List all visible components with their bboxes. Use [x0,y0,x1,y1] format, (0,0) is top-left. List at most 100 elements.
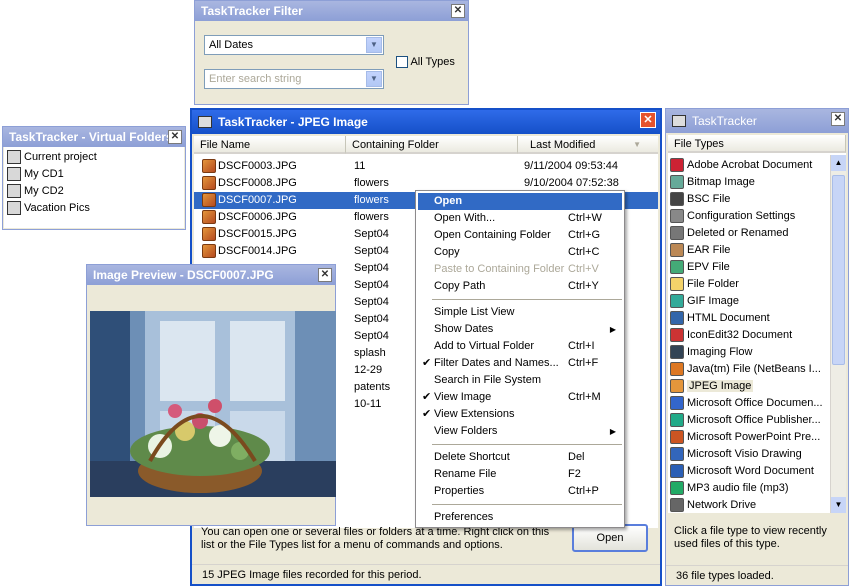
menu-item[interactable]: Delete Shortcut Del [418,449,622,466]
virtual-item[interactable]: Vacation Pics [7,200,90,217]
menu-item[interactable]: Add to Virtual Folder Ctrl+I [418,338,622,355]
containing-folder: 12-29 [354,364,383,376]
file-type-icon [670,430,684,445]
file-type-item[interactable]: Microsoft Visio Drawing [670,446,802,463]
table-row[interactable]: DSCF0003.JPG 11 9/11/2004 09:53:44 [194,158,658,175]
menu-item[interactable]: ✔ View Image Ctrl+M [418,389,622,406]
virtual-item[interactable]: My CD2 [7,183,64,200]
menu-item-label: Filter Dates and Names... [434,357,559,369]
virtual-item[interactable]: My CD1 [7,166,64,183]
file-type-label: MP3 audio file (mp3) [687,482,789,494]
menu-item-label: Open With... [434,212,496,224]
jpeg-icon [202,210,216,225]
column-header-file-types[interactable]: File Types [668,135,846,153]
menu-item[interactable]: Search in File System [418,372,622,389]
file-type-label: Bitmap Image [687,176,755,188]
scroll-down-icon[interactable]: ▼ [831,497,846,513]
types-scrollbar[interactable]: ▲ ▼ [830,155,846,513]
virtual-titlebar[interactable]: TaskTracker - Virtual Folders ✕ [3,127,185,147]
file-type-item[interactable]: HTML Document [670,310,770,327]
file-name: DSCF0014.JPG [218,245,297,257]
virtual-list: Current project My CD1 My CD2 Vacation P… [4,147,184,228]
virtual-close-icon[interactable]: ✕ [168,130,182,144]
containing-folder: Sept04 [354,262,389,274]
search-input[interactable]: Enter search string ▼ [204,69,384,89]
file-type-item[interactable]: BSC File [670,191,730,208]
checkbox-box[interactable] [396,56,408,69]
menu-item-shortcut: Ctrl+W [568,212,602,224]
file-type-item[interactable]: Bitmap Image [670,174,755,191]
file-type-label: GIF Image [687,295,739,307]
menu-item[interactable]: Copy Path Ctrl+Y [418,278,622,295]
preview-image [90,311,336,497]
virtual-item[interactable]: Current project [7,149,97,166]
main-titlebar[interactable]: TaskTracker - JPEG Image ✕ [192,110,660,134]
file-type-item[interactable]: Microsoft Office Publisher... [670,412,821,429]
menu-item[interactable]: Open With... Ctrl+W [418,210,622,227]
file-type-label: File Folder [687,278,739,290]
file-type-item[interactable]: JPEG Image [670,378,754,395]
types-titlebar[interactable]: TaskTracker ✕ [666,109,848,133]
column-header-modified[interactable]: Last Modified ▼ [518,136,658,154]
file-type-item[interactable]: Adobe Acrobat Document [670,157,812,174]
types-close-icon[interactable]: ✕ [831,112,845,126]
jpeg-icon [202,227,216,242]
file-type-item[interactable]: GIF Image [670,293,739,310]
file-type-icon [670,226,684,241]
chevron-down-icon[interactable]: ▼ [366,37,382,53]
chevron-down-icon[interactable]: ▼ [366,71,382,87]
file-type-item[interactable]: Microsoft Office Documen... [670,395,823,412]
containing-folder: flowers [354,177,389,189]
file-type-icon [670,294,684,309]
menu-item[interactable]: ✔ View Extensions [418,406,622,423]
preview-close-icon[interactable]: ✕ [318,268,332,282]
column-header-folder[interactable]: Containing Folder [346,136,518,154]
menu-item-label: Open Containing Folder [434,229,551,241]
file-type-label: Microsoft Office Documen... [687,397,823,409]
file-type-item[interactable]: EAR File [670,242,730,259]
column-header-name[interactable]: File Name [194,136,346,154]
menu-item[interactable]: Rename File F2 [418,466,622,483]
containing-folder: Sept04 [354,313,389,325]
file-type-icon [670,498,684,513]
file-type-item[interactable]: Configuration Settings [670,208,795,225]
menu-item[interactable]: Open [418,193,622,210]
main-close-icon[interactable]: ✕ [640,112,656,128]
scroll-up-icon[interactable]: ▲ [831,155,846,171]
scroll-thumb[interactable] [832,175,845,365]
menu-item[interactable]: Properties Ctrl+P [418,483,622,500]
file-type-item[interactable]: Microsoft PowerPoint Pre... [670,429,820,446]
menu-item[interactable]: ✔ Filter Dates and Names... Ctrl+F [418,355,622,372]
open-button[interactable]: Open [572,524,648,552]
filter-close-icon[interactable]: ✕ [451,4,465,18]
file-type-icon [670,328,684,343]
menu-item[interactable]: View Folders ▶ [418,423,622,440]
file-type-icon [670,243,684,258]
file-type-item[interactable]: Network Drive [670,497,756,513]
filter-titlebar[interactable]: TaskTracker Filter ✕ [195,1,468,21]
file-type-item[interactable]: File Folder [670,276,739,293]
menu-item-label: Open [434,195,463,207]
menu-item[interactable]: Preferences [418,509,622,526]
file-name: DSCF0008.JPG [218,177,297,189]
menu-item[interactable]: Open Containing Folder Ctrl+G [418,227,622,244]
menu-item-shortcut: Ctrl+Y [568,280,599,292]
menu-item[interactable]: Copy Ctrl+C [418,244,622,261]
types-title: TaskTracker [692,114,757,128]
menu-item[interactable]: Paste to Containing Folder Ctrl+V [418,261,622,278]
file-type-item[interactable]: EPV File [670,259,730,276]
file-type-item[interactable]: Microsoft Word Document [670,463,814,480]
file-name: DSCF0015.JPG [218,228,297,240]
file-type-item[interactable]: MP3 audio file (mp3) [670,480,789,497]
all-types-checkbox[interactable]: All Types [396,56,455,69]
file-type-item[interactable]: Imaging Flow [670,344,752,361]
file-type-item[interactable]: Java(tm) File (NetBeans I... [670,361,821,378]
menu-item[interactable]: Simple List View [418,304,622,321]
file-type-item[interactable]: IconEdit32 Document [670,327,792,344]
dates-select[interactable]: All Dates ▼ [204,35,384,55]
preview-titlebar[interactable]: Image Preview - DSCF0007.JPG ✕ [87,265,335,285]
menu-separator [432,504,622,505]
menu-item-label: Delete Shortcut [434,451,510,463]
file-type-item[interactable]: Deleted or Renamed [670,225,789,242]
menu-item[interactable]: Show Dates ▶ [418,321,622,338]
